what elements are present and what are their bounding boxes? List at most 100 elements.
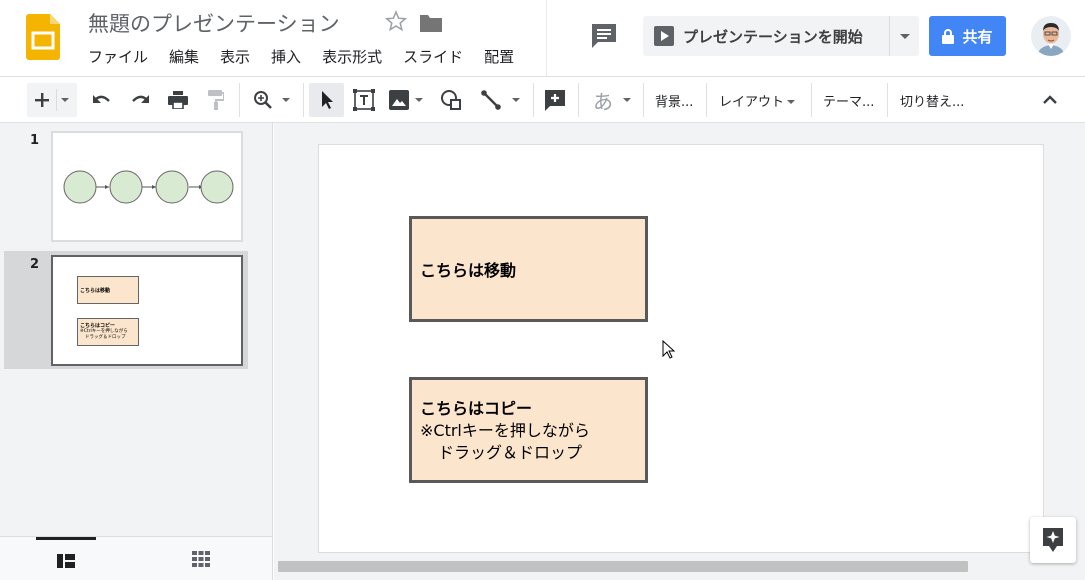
star-icon[interactable] — [384, 8, 408, 34]
print-icon — [168, 91, 188, 109]
present-label: プレゼンテーションを開始 — [683, 27, 863, 46]
undo-button[interactable] — [88, 83, 116, 117]
image-button[interactable] — [384, 83, 428, 117]
add-comment-button[interactable] — [540, 83, 570, 117]
shape-copy-line2: ※Ctrlキーを押しながら — [420, 421, 590, 440]
toolbar: あ 背景... レイアウト テーマ... 切り替え... — [0, 76, 1085, 123]
editor-canvas: こちらは移動 こちらはコピー ※Ctrlキーを押しながら ドラッグ＆ドロップ — [274, 123, 1085, 580]
comment-icon[interactable] — [589, 22, 619, 50]
list-view-button[interactable] — [36, 537, 96, 580]
zoom-icon — [253, 91, 272, 109]
transition-button[interactable]: 切り替え... — [900, 83, 964, 117]
menu-bar: ファイル 編集 表示 挿入 表示形式 スライド 配置 — [88, 46, 535, 68]
toolbar-separator — [706, 83, 707, 117]
layout-button[interactable]: レイアウト — [719, 83, 796, 117]
print-button[interactable] — [164, 83, 192, 117]
text-box-icon — [353, 89, 375, 111]
chevron-down-icon — [623, 98, 631, 102]
toolbar-separator — [578, 83, 579, 117]
collapse-chevron-icon — [1043, 95, 1057, 104]
slide-thumbnail-2[interactable]: こちらは移動 こちらはコピー ※Ctrlキーを押しながら ドラッグ＆ドロップ — [51, 255, 243, 366]
document-title[interactable]: 無題のプレゼンテーション — [88, 8, 340, 38]
mouse-cursor-icon — [662, 340, 676, 359]
slide-number: 2 — [30, 257, 40, 272]
chevron-down-icon — [787, 99, 796, 104]
shape-move[interactable]: こちらは移動 — [409, 216, 648, 322]
thumbnail-shape-copy: こちらはコピー ※Ctrlキーを押しながら ドラッグ＆ドロップ — [77, 318, 139, 346]
line-icon — [481, 90, 501, 110]
chevron-down-icon — [899, 33, 910, 39]
paint-format-icon — [208, 90, 224, 110]
shape-copy-line3: ドラッグ＆ドロップ — [438, 443, 583, 462]
horizontal-scrollbar[interactable] — [278, 561, 968, 572]
header-divider — [546, 0, 547, 76]
toolbar-separator — [887, 83, 888, 117]
undo-icon — [93, 95, 110, 103]
slide-number: 1 — [30, 133, 40, 148]
ime-glyph: あ — [593, 89, 613, 114]
text-box-button[interactable] — [349, 83, 379, 117]
chevron-down-icon — [281, 98, 290, 102]
toolbar-separator — [239, 83, 240, 117]
toolbar-separator — [811, 83, 812, 117]
present-group: プレゼンテーションを開始 — [643, 16, 919, 56]
menu-edit[interactable]: 編集 — [169, 46, 199, 68]
menu-insert[interactable]: 挿入 — [271, 46, 301, 68]
lock-icon — [942, 28, 955, 44]
shape-copy[interactable]: こちらはコピー ※Ctrlキーを押しながら ドラッグ＆ドロップ — [409, 377, 648, 483]
explore-button[interactable] — [1030, 517, 1076, 563]
shape-button[interactable] — [436, 83, 466, 117]
redo-icon — [132, 95, 149, 103]
folder-icon[interactable] — [419, 12, 443, 34]
chevron-down-icon — [512, 98, 520, 102]
image-icon — [389, 90, 409, 110]
select-arrow-icon — [321, 91, 333, 109]
thumbnail-diagram — [63, 170, 234, 204]
play-icon — [654, 26, 674, 46]
menu-slide[interactable]: スライド — [403, 46, 463, 68]
toolbar-separator — [303, 83, 304, 117]
toolbar-separator — [643, 83, 644, 117]
new-slide-button[interactable] — [27, 83, 77, 117]
thumbnail-move-text: こちらは移動 — [80, 287, 111, 294]
explore-icon — [1043, 528, 1063, 552]
layout-label: レイアウト — [719, 94, 785, 110]
present-options-dropdown[interactable] — [889, 16, 919, 56]
menu-view[interactable]: 表示 — [220, 46, 250, 68]
share-button[interactable]: 共有 — [929, 16, 1006, 56]
thumbnail-shape-move: こちらは移動 — [77, 276, 139, 304]
avatar[interactable] — [1031, 16, 1071, 56]
shape-icon — [441, 90, 461, 110]
redo-button[interactable] — [126, 83, 154, 117]
slide-canvas[interactable]: こちらは移動 こちらはコピー ※Ctrlキーを押しながら ドラッグ＆ドロップ — [318, 144, 1044, 553]
menu-file[interactable]: ファイル — [88, 46, 148, 68]
thumbnail-copy-line3: ドラッグ＆ドロップ — [85, 335, 126, 340]
collapse-toolbar-button[interactable] — [1036, 83, 1064, 117]
menu-format[interactable]: 表示形式 — [322, 46, 382, 68]
add-comment-icon — [545, 90, 565, 111]
zoom-button[interactable] — [248, 83, 294, 117]
background-button[interactable]: 背景... — [655, 83, 693, 117]
grid-view-icon — [192, 551, 210, 567]
line-button[interactable] — [475, 83, 525, 117]
select-tool-button[interactable] — [309, 83, 344, 117]
chevron-down-icon — [415, 98, 423, 102]
shape-move-text: こちらは移動 — [420, 261, 517, 280]
slide-thumbnail-1[interactable] — [51, 131, 243, 242]
new-slide-plus-icon — [35, 93, 49, 107]
slides-logo-icon[interactable] — [26, 14, 60, 60]
slide-filmstrip: 1 2 こちらは移動 こちらはコピー ※Ctrlキーを押しながら ドラッグ＆ドロ… — [0, 123, 273, 580]
shape-copy-title: こちらはコピー — [420, 399, 533, 418]
grid-view-button[interactable] — [171, 537, 231, 580]
present-button[interactable]: プレゼンテーションを開始 — [643, 16, 889, 56]
chevron-down-icon — [61, 98, 69, 102]
toolbar-separator — [533, 83, 534, 117]
list-view-icon — [57, 553, 75, 568]
input-tools-button[interactable]: あ — [588, 83, 636, 117]
paint-format-button[interactable] — [202, 83, 230, 117]
filmstrip-footer — [0, 536, 272, 580]
theme-button[interactable]: テーマ... — [823, 83, 874, 117]
share-label: 共有 — [962, 27, 993, 46]
menu-arrange[interactable]: 配置 — [484, 46, 514, 68]
app-header: 無題のプレゼンテーション ファイル 編集 表示 挿入 表示形式 スライド 配置 … — [0, 0, 1085, 76]
